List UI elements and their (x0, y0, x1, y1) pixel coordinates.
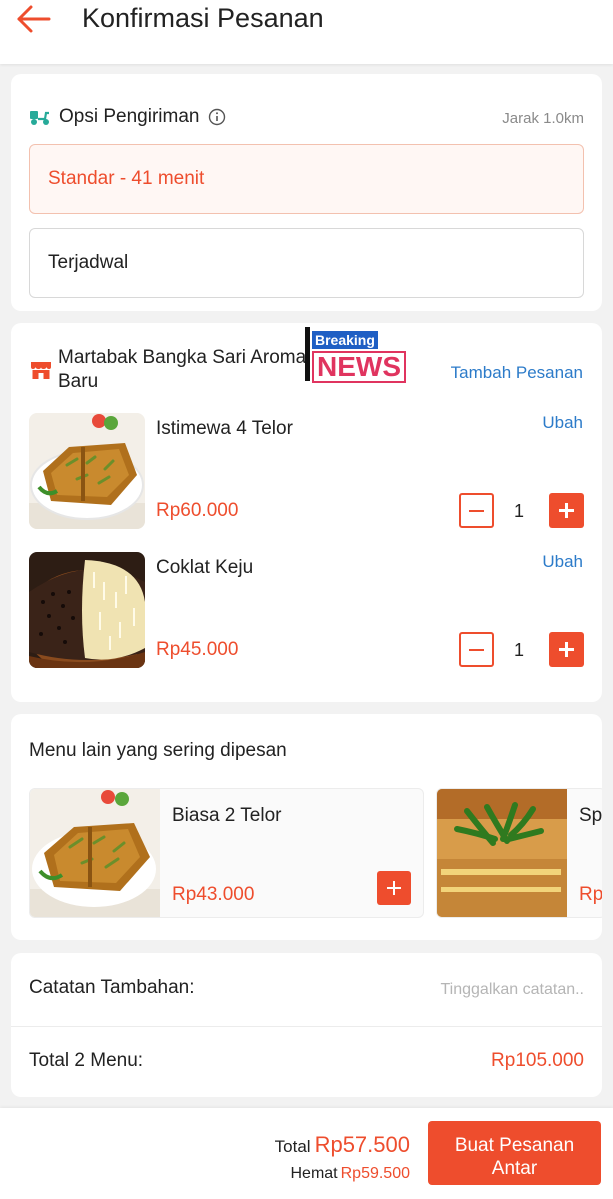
edit-item-link[interactable]: Ubah (542, 552, 583, 572)
item-price: Rp60.000 (156, 500, 239, 521)
notes-input[interactable] (384, 981, 584, 999)
page-title: Konfirmasi Pesanan (82, 3, 324, 33)
subtotal-label: Total 2 Menu: (29, 1050, 144, 1071)
recommendation-name: Sp (579, 805, 602, 826)
recommendations-title: Menu lain yang sering dipesan (29, 740, 287, 761)
shop-name[interactable]: Martabak Bangka Sari Aroma Baru (58, 346, 310, 394)
recommendation-price: Rp43.000 (172, 884, 255, 905)
delivery-scooter-icon (30, 111, 49, 125)
app-header: Konfirmasi Pesanan (0, 0, 613, 64)
quantity-value: 1 (513, 640, 524, 660)
place-order-button[interactable]: Buat Pesanan Antar (428, 1121, 601, 1185)
breaking-news-overlay: Breaking NEWS (305, 327, 411, 383)
checkout-footer: Total Rp57.500 Hemat Rp59.500 Buat Pesan… (0, 1108, 613, 1199)
shipping-option-label: Terjadwal (48, 252, 129, 273)
summary-card: Catatan Tambahan: Total 2 Menu: Rp105.00… (11, 953, 602, 1097)
decrease-quantity-button[interactable] (459, 493, 494, 528)
overlay-bar (305, 327, 310, 381)
notes-label: Catatan Tambahan: (29, 977, 195, 998)
savings-row: Hemat Rp59.500 (290, 1165, 410, 1183)
recommendation-item[interactable]: Sp Rp (436, 788, 602, 918)
info-icon[interactable] (208, 108, 226, 126)
recommendation-image (30, 789, 160, 917)
back-arrow-icon[interactable] (14, 2, 54, 36)
shipping-card: Opsi Pengiriman Jarak 1.0km Standar - 41… (11, 74, 602, 311)
shipping-option-standard[interactable]: Standar - 41 menit (29, 144, 584, 214)
shipping-title: Opsi Pengiriman (59, 106, 200, 127)
item-image[interactable] (29, 413, 145, 529)
subtotal-value: Rp105.000 (491, 1050, 584, 1071)
place-order-label-line1: Buat Pesanan (454, 1135, 575, 1156)
total-value: Rp57.500 (314, 1132, 410, 1157)
recommendation-image (437, 789, 567, 917)
recommendation-item[interactable]: Biasa 2 Telor Rp43.000 (29, 788, 424, 918)
item-name: Coklat Keju (156, 557, 254, 578)
place-order-label-line2: Antar (491, 1158, 538, 1179)
overlay-top-text: Breaking (312, 331, 378, 349)
decrease-quantity-button[interactable] (459, 632, 494, 667)
shipping-option-label: Standar - 41 menit (48, 168, 205, 189)
shipping-title-row: Opsi Pengiriman (29, 104, 226, 130)
shipping-option-scheduled[interactable]: Terjadwal (29, 228, 584, 298)
total-label: Total (274, 1137, 311, 1156)
item-price: Rp45.000 (156, 639, 239, 660)
total-row: Total Rp57.500 (275, 1132, 410, 1158)
recommendation-price: Rp (579, 884, 602, 905)
item-name: Istimewa 4 Telor (156, 418, 293, 439)
overlay-bottom-text: NEWS (312, 351, 406, 383)
item-image[interactable] (29, 552, 145, 668)
recommendations-card: Menu lain yang sering dipesan Biasa 2 Te… (11, 714, 602, 940)
recommendation-name: Biasa 2 Telor (172, 805, 282, 826)
increase-quantity-button[interactable] (549, 493, 584, 528)
distance-label: Jarak 1.0km (502, 110, 584, 127)
savings-value: Rp59.500 (340, 1165, 410, 1182)
edit-item-link[interactable]: Ubah (542, 413, 583, 433)
order-card: Martabak Bangka Sari Aroma Baru Breaking… (11, 323, 602, 702)
increase-quantity-button[interactable] (549, 632, 584, 667)
savings-label: Hemat (290, 1165, 338, 1182)
quantity-value: 1 (513, 501, 524, 521)
divider (11, 1026, 602, 1027)
add-order-link[interactable]: Tambah Pesanan (451, 363, 583, 383)
add-recommendation-button[interactable] (377, 871, 411, 905)
store-icon (31, 362, 51, 379)
